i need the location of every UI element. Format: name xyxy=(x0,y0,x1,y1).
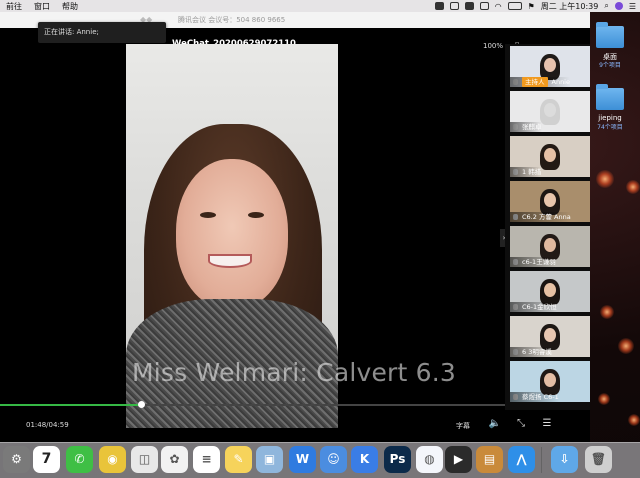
reminders-icon[interactable]: ≡ xyxy=(193,446,220,473)
playlist-icon[interactable]: ☰ xyxy=(540,417,554,431)
wifi-icon[interactable]: ◠ xyxy=(495,2,502,11)
participant-name-text: 蔡煜扬 C6-1 xyxy=(522,393,559,401)
folder-count: 74个项目 xyxy=(597,124,623,131)
preview-icon[interactable]: ▣ xyxy=(256,446,283,473)
participant-name: 1 韩措 xyxy=(510,167,542,177)
status-tray: ◠ ⚑ 周二 上午10:39 ⌕ ☰ xyxy=(434,0,636,12)
participant-name-text: 张麒卓 xyxy=(522,123,542,131)
wechat-icon[interactable]: ✆ xyxy=(66,446,93,473)
clock[interactable]: 周二 上午10:39 xyxy=(541,1,599,12)
participant-name: C6-1金欣恒 xyxy=(510,302,557,312)
video-subject-face xyxy=(176,159,288,309)
playback-time: 01:48/04:59 xyxy=(26,421,69,429)
battery-icon[interactable] xyxy=(507,2,522,10)
menu-window[interactable]: 窗口 xyxy=(34,1,50,12)
system-preferences-icon[interactable]: ⚙ xyxy=(3,446,30,473)
host-badge: 主持人 xyxy=(522,77,548,87)
bokeh-light xyxy=(626,180,640,194)
downloads-icon[interactable]: ⇩ xyxy=(551,446,578,473)
meeting-id: 腾讯会议 会议号：504 860 9665 xyxy=(178,16,286,24)
participant-name: 主持人 Annie xyxy=(510,77,570,87)
participant-name: 蔡煜扬 C6-1 xyxy=(510,392,559,402)
folder-count: 9个项目 xyxy=(599,62,621,69)
participant-tile[interactable]: 6 3明睿溪 xyxy=(510,316,590,357)
participant-name-text: C6-1金欣恒 xyxy=(522,303,557,311)
calendar-icon[interactable]: 7 xyxy=(33,446,60,473)
video-subject-eye xyxy=(200,212,216,218)
participant-tile[interactable]: 主持人 Annie xyxy=(510,46,590,87)
participant-tile[interactable]: C6.2 方藿 Anna xyxy=(510,181,590,222)
notification-center-icon[interactable]: ☰ xyxy=(629,2,636,11)
contacts-icon[interactable]: ☺ xyxy=(320,446,347,473)
participant-face xyxy=(544,58,556,72)
notes-icon[interactable]: ✎ xyxy=(225,446,252,473)
video-subject-mouth xyxy=(208,254,252,268)
menu-help[interactable]: 帮助 xyxy=(62,1,78,12)
participant-name-text: Annie xyxy=(551,78,571,86)
bokeh-light xyxy=(628,414,640,426)
video-subject-eye xyxy=(248,212,264,218)
bokeh-light xyxy=(618,338,634,354)
sound-tray-icon[interactable] xyxy=(479,2,489,10)
participants-panel: 主持人 Annie 张麒卓 1 韩措 C6.2 方藿 Anna c6-1王谦羽 C6-1金欣… xyxy=(505,44,590,410)
exit-fullscreen-icon[interactable]: ⤡ xyxy=(514,417,528,431)
progress-bar[interactable] xyxy=(0,401,505,408)
participant-face xyxy=(544,283,556,297)
participant-name-text: c6-1王谦羽 xyxy=(522,258,556,266)
zoom-level[interactable]: 100% xyxy=(483,42,503,50)
subtitle-button[interactable]: 字幕 xyxy=(456,421,470,431)
participant-name-text: 1 韩措 xyxy=(522,168,542,176)
siri-icon[interactable] xyxy=(614,2,623,10)
input-tray-icon[interactable] xyxy=(464,2,474,10)
participant-tile[interactable]: C6-1金欣恒 xyxy=(510,271,590,312)
participant-face xyxy=(544,148,556,162)
wps-icon[interactable]: W xyxy=(289,446,316,473)
flag-icon[interactable]: ⚑ xyxy=(528,2,535,11)
search-icon[interactable]: ⌕ xyxy=(604,1,608,11)
participant-tile[interactable]: 张麒卓 xyxy=(510,91,590,132)
desktop-folder-icon[interactable] xyxy=(596,22,624,48)
bokeh-light xyxy=(596,170,614,188)
lark-icon[interactable]: ⋀ xyxy=(508,446,535,473)
participant-name: 张麒卓 xyxy=(510,122,542,132)
jieping-folder-icon[interactable] xyxy=(596,84,624,110)
video-caption: Miss Welmari: Calvert 6.3 xyxy=(132,358,457,387)
participant-face xyxy=(544,328,556,342)
speaking-indicator: 正在讲话: Annie; xyxy=(38,22,166,43)
participant-face xyxy=(544,193,556,207)
app-tray-icon[interactable] xyxy=(434,2,444,10)
trash-icon[interactable]: 🗑 xyxy=(585,446,612,473)
participant-name-text: C6.2 方藿 Anna xyxy=(522,213,571,221)
photos-icon[interactable]: ✿ xyxy=(161,446,188,473)
participant-face xyxy=(544,238,556,252)
final-cut-icon[interactable]: ▶ xyxy=(445,446,472,473)
participant-face xyxy=(544,103,556,117)
menu-go[interactable]: 前往 xyxy=(6,1,22,12)
wechat-tray-icon[interactable] xyxy=(449,2,459,10)
participant-tile[interactable]: 1 韩措 xyxy=(510,136,590,177)
participant-tile[interactable]: c6-1王谦羽 xyxy=(510,226,590,267)
bokeh-light xyxy=(600,305,614,319)
screenshot-icon[interactable]: ◫ xyxy=(131,446,158,473)
folder-name: jieping xyxy=(598,114,622,122)
tencent-meeting-icon[interactable]: ◍ xyxy=(416,446,443,473)
participant-name: C6.2 方藿 Anna xyxy=(510,212,571,222)
bokeh-light xyxy=(598,393,610,405)
chrome-icon[interactable]: ◉ xyxy=(99,446,126,473)
participant-name: 6 3明睿溪 xyxy=(510,347,552,357)
meeting-window: ◆◆ 腾讯会议 会议号：504 860 9665 正在讲话: Annie; We… xyxy=(0,12,590,442)
participant-face xyxy=(544,373,556,387)
photoshop-icon[interactable]: Ps xyxy=(384,446,411,473)
progress-fill xyxy=(0,404,142,406)
volume-icon[interactable]: 🔈 xyxy=(488,417,502,431)
menu-bar: 前往 窗口 帮助 ◠ ⚑ 周二 上午10:39 ⌕ ☰ xyxy=(0,0,640,12)
participant-name-text: 6 3明睿溪 xyxy=(522,348,552,356)
k-app-icon[interactable]: K xyxy=(351,446,378,473)
archive-icon[interactable]: ▤ xyxy=(476,446,503,473)
dock: ⚙ 7 ✆ ◉ ◫ ✿ ≡ ✎ ▣ W ☺ K Ps ◍ ▶ ▤ ⋀ ⇩ 🗑 xyxy=(0,442,640,478)
participant-name: c6-1王谦羽 xyxy=(510,257,556,267)
dock-separator xyxy=(541,447,542,473)
participant-tile[interactable]: 蔡煜扬 C6-1 xyxy=(510,361,590,402)
